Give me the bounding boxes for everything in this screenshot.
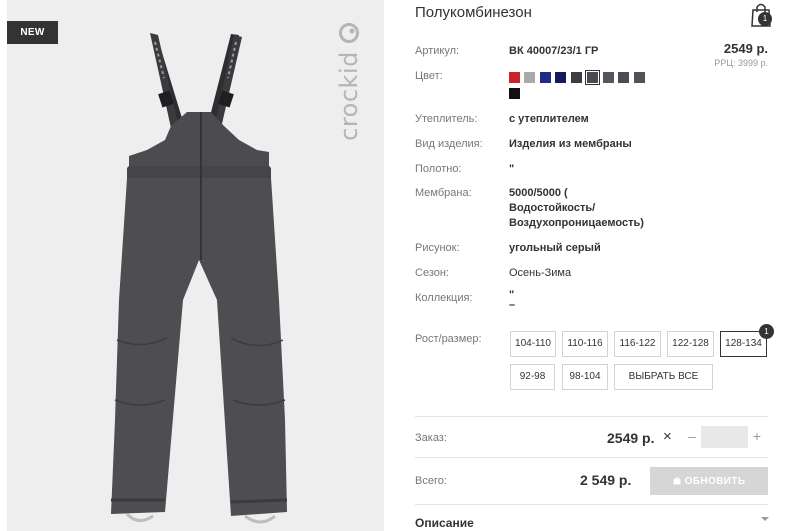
insulation-value: с утеплителем bbox=[509, 113, 589, 125]
pattern-label: Рисунок: bbox=[415, 242, 460, 254]
color-swatch[interactable] bbox=[571, 72, 582, 83]
size-count-badge: 1 bbox=[759, 324, 774, 339]
size-option-122-128[interactable]: 122-128 bbox=[667, 331, 714, 357]
membrane-value-line: 5000/5000 ( bbox=[509, 187, 568, 199]
membrane-value-line: Водостойкость/ bbox=[509, 202, 596, 214]
size-option-92-98[interactable]: 92-98 bbox=[510, 364, 555, 390]
total-value: 2 549 р. bbox=[580, 472, 632, 488]
chevron-down-icon[interactable] bbox=[760, 514, 770, 524]
product-title: Полукомбинезон bbox=[415, 4, 532, 21]
season-value: Осень-Зима bbox=[509, 267, 572, 279]
divider bbox=[415, 457, 768, 458]
color-swatch[interactable] bbox=[524, 72, 535, 83]
color-swatch[interactable] bbox=[618, 72, 629, 83]
color-swatch[interactable] bbox=[555, 72, 566, 83]
quantity-increase-button[interactable]: + bbox=[750, 428, 764, 444]
brand-logo-mark-icon bbox=[339, 23, 359, 43]
color-swatch[interactable] bbox=[509, 72, 520, 83]
cart-count-badge: 1 bbox=[758, 12, 772, 26]
product-photo bbox=[111, 33, 288, 524]
remove-item-button[interactable]: × bbox=[663, 428, 672, 445]
update-button-label: ОБНОВИТЬ bbox=[684, 475, 746, 487]
membrane-label: Мембрана: bbox=[415, 187, 472, 199]
quantity-input[interactable] bbox=[701, 426, 748, 448]
size-option-104-110[interactable]: 104-110 bbox=[510, 331, 556, 357]
size-option-116-122[interactable]: 116-122 bbox=[614, 331, 661, 357]
pattern-value: угольный серый bbox=[509, 242, 601, 254]
description-toggle[interactable]: Описание bbox=[415, 516, 474, 530]
article-value: ВК 40007/23/1 ГР bbox=[509, 45, 599, 57]
color-swatch[interactable] bbox=[585, 70, 600, 85]
brand-wordmark: crockid bbox=[335, 51, 363, 141]
color-swatch[interactable] bbox=[603, 72, 614, 83]
order-label: Заказ: bbox=[415, 432, 447, 444]
membrane-value: 5000/5000 ( Водостойкость/ Воздухопрониц… bbox=[509, 186, 644, 231]
membrane-value-line: Воздухопроницаемость) bbox=[509, 217, 644, 229]
color-label: Цвет: bbox=[415, 70, 443, 82]
collection-label: Коллекция: bbox=[415, 292, 473, 304]
quantity-decrease-button[interactable]: – bbox=[685, 428, 699, 444]
brand-logo: crockid bbox=[329, 22, 369, 150]
collection-value-line: – bbox=[509, 299, 516, 311]
item-type-label: Вид изделия: bbox=[415, 138, 483, 150]
size-label: Рост/размер: bbox=[415, 333, 482, 345]
color-swatch[interactable] bbox=[540, 72, 551, 83]
product-details: Полукомбинезон 1 Артикул: ВК 40007/23/1 … bbox=[415, 0, 800, 531]
fabric-label: Полотно: bbox=[415, 163, 462, 175]
product-image-panel[interactable]: NEW crockid bbox=[7, 0, 384, 531]
insulation-label: Утеплитель: bbox=[415, 113, 478, 125]
select-all-sizes-button[interactable]: ВЫБРАТЬ ВСЕ bbox=[614, 364, 713, 390]
refresh-icon bbox=[673, 477, 681, 484]
season-label: Сезон: bbox=[415, 267, 449, 279]
price-main: 2549 р. bbox=[723, 41, 768, 56]
update-button[interactable]: ОБНОВИТЬ bbox=[650, 467, 768, 495]
item-type-value: Изделия из мембраны bbox=[509, 138, 632, 150]
collection-value: " – bbox=[509, 290, 516, 311]
color-swatch[interactable] bbox=[634, 72, 645, 83]
article-label: Артикул: bbox=[415, 45, 460, 57]
order-price: 2549 р. bbox=[607, 430, 655, 446]
color-swatch[interactable] bbox=[509, 88, 520, 99]
divider bbox=[415, 416, 768, 417]
fabric-value: " bbox=[509, 163, 515, 175]
size-option-110-116[interactable]: 110-116 bbox=[562, 331, 608, 357]
size-option-98-104[interactable]: 98-104 bbox=[562, 364, 608, 390]
price-rrp: РРЦ: 3999 р. bbox=[714, 58, 768, 68]
new-badge: NEW bbox=[7, 21, 58, 44]
total-label: Всего: bbox=[415, 475, 447, 487]
divider bbox=[415, 504, 768, 505]
